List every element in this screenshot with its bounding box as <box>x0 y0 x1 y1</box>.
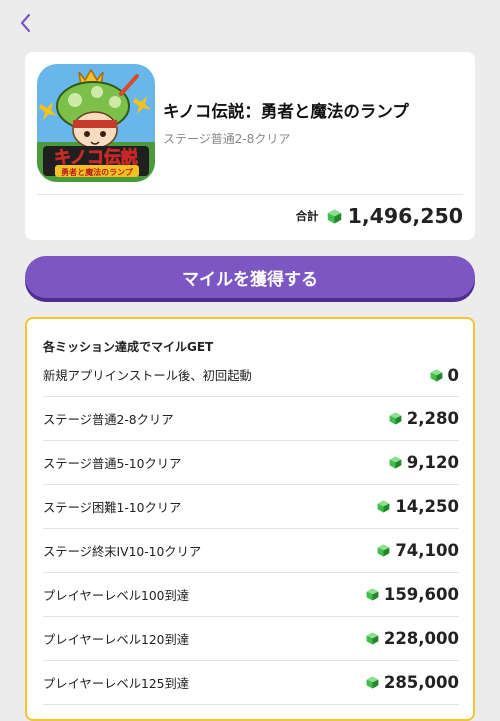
mission-reward: 285,000 <box>366 673 459 692</box>
mission-reward-value: 0 <box>447 365 459 385</box>
mission-row: プレイヤーレベル100到達 159,600 <box>43 573 459 617</box>
mission-list: 新規アプリインストール後、初回起動 0 ステージ普通2-8クリア 2,280 ス… <box>43 354 459 705</box>
mission-reward-value: 2,280 <box>406 409 459 428</box>
mission-name: ステージ終末IV10-10クリア <box>43 544 202 559</box>
mission-reward: 159,600 <box>366 585 459 604</box>
mission-reward-value: 285,000 <box>383 673 459 692</box>
mission-reward: 14,250 <box>377 497 459 516</box>
mission-reward: 74,100 <box>377 541 459 560</box>
mission-panel: 各ミッション達成でマイルGET 新規アプリインストール後、初回起動 0 ステージ… <box>25 317 475 721</box>
mission-header: 各ミッション達成でマイルGET <box>43 340 214 354</box>
app-card: キノコ伝説 勇者と魔法のランプ キノコ伝説：勇者と魔法のランプ ステージ普通2-… <box>25 52 475 240</box>
mission-reward: 2,280 <box>389 409 459 428</box>
mission-row: プレイヤーレベル125到達 285,000 <box>43 661 459 705</box>
mission-reward-value: 159,600 <box>383 585 459 604</box>
green-gem-icon <box>430 369 443 382</box>
top-bar <box>0 0 500 48</box>
app-icon-title-text: キノコ伝説 <box>54 147 138 168</box>
mission-name: プレイヤーレベル125到達 <box>43 676 190 691</box>
green-gem-icon <box>389 412 402 425</box>
total-value: 1,496,250 <box>347 204 463 228</box>
mission-name: ステージ普通2-8クリア <box>43 412 174 427</box>
total-row: 合計 1,496,250 <box>296 204 463 228</box>
mission-row: 新規アプリインストール後、初回起動 0 <box>43 354 459 397</box>
mission-row: ステージ普通5-10クリア 9,120 <box>43 441 459 485</box>
earn-miles-button[interactable]: マイルを獲得する <box>25 256 475 298</box>
total-label: 合計 <box>295 209 319 223</box>
mission-name: プレイヤーレベル120到達 <box>43 632 190 647</box>
green-gem-icon <box>366 588 379 601</box>
app-icon[interactable]: キノコ伝説 勇者と魔法のランプ <box>37 64 155 182</box>
app-title: キノコ伝説：勇者と魔法のランプ <box>163 102 409 121</box>
green-gem-icon <box>389 456 402 469</box>
mission-reward: 228,000 <box>366 629 459 648</box>
divider <box>37 194 463 195</box>
mission-row: ステージ普通2-8クリア 2,280 <box>43 397 459 441</box>
green-gem-icon <box>366 676 379 689</box>
mission-reward-value: 14,250 <box>395 497 459 516</box>
green-gem-icon <box>377 500 390 513</box>
mission-row: プレイヤーレベル120到達 228,000 <box>43 617 459 661</box>
mission-name: ステージ普通5-10クリア <box>43 456 182 471</box>
mission-name: プレイヤーレベル100到達 <box>43 588 190 603</box>
app-icon-subtitle-text: 勇者と魔法のランプ <box>61 167 134 177</box>
mission-reward: 0 <box>430 366 459 385</box>
mission-row: ステージ終末IV10-10クリア 74,100 <box>43 529 459 573</box>
mission-row: ステージ困難1-10クリア 14,250 <box>43 485 459 529</box>
chevron-left-icon <box>20 13 31 33</box>
back-button[interactable] <box>14 10 38 36</box>
mission-reward-value: 9,120 <box>406 453 459 472</box>
current-stage-text: ステージ普通2-8クリア <box>163 132 291 146</box>
mission-reward: 9,120 <box>389 453 459 472</box>
mission-name: ステージ困難1-10クリア <box>43 500 182 515</box>
green-gem-icon <box>327 209 342 224</box>
green-gem-icon <box>377 544 390 557</box>
mission-reward-value: 74,100 <box>395 541 459 560</box>
mission-name: 新規アプリインストール後、初回起動 <box>43 369 252 383</box>
green-gem-icon <box>366 632 379 645</box>
mission-reward-value: 228,000 <box>383 629 459 648</box>
